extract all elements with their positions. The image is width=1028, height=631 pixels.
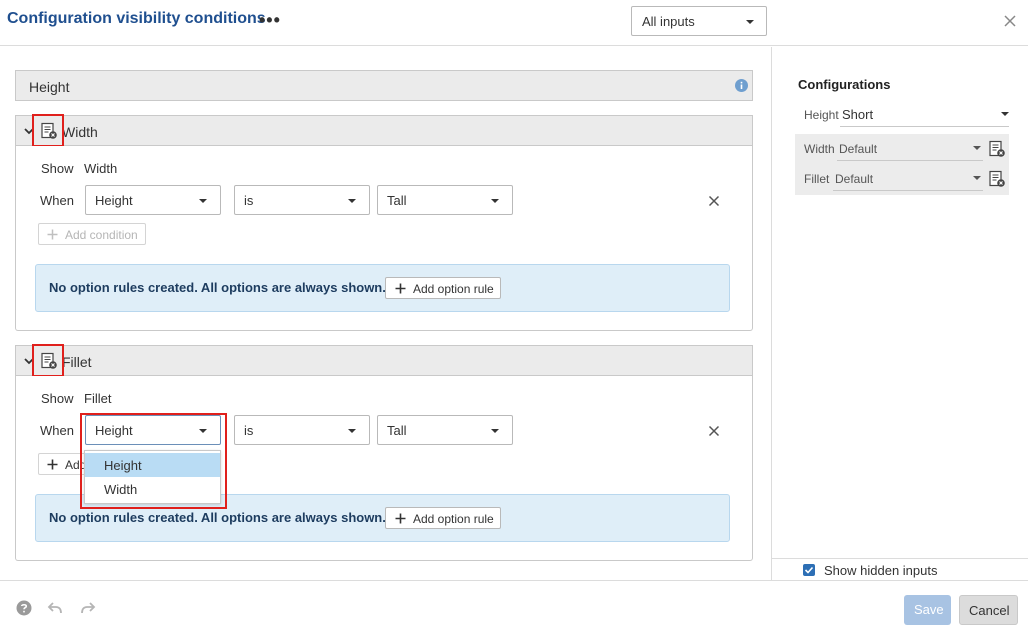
remove-rule-icon[interactable]: [988, 140, 1006, 158]
caret-down-icon: [1001, 112, 1009, 116]
highlight-box: [32, 114, 64, 147]
redo-icon[interactable]: [80, 601, 96, 615]
caret-down-icon: [348, 199, 356, 203]
inputs-filter-select[interactable]: All inputs: [631, 6, 767, 36]
save-button[interactable]: Save: [904, 595, 951, 625]
highlight-box: [80, 413, 227, 509]
config-name: Fillet: [804, 172, 830, 186]
add-option-rule-button[interactable]: Add option rule: [385, 507, 501, 529]
width-section-header[interactable]: Width: [15, 115, 753, 146]
conditions-panel: Height Width Show Width When Height is T…: [0, 47, 771, 580]
config-value: Default: [839, 142, 878, 156]
value-select[interactable]: Tall: [377, 415, 513, 445]
caret-down-icon: [746, 20, 754, 24]
config-row-fillet[interactable]: Fillet Default: [795, 164, 1009, 195]
remove-condition-icon[interactable]: [708, 195, 720, 207]
caret-down-icon: [973, 146, 981, 150]
value-select-value: Tall: [387, 423, 407, 438]
close-icon[interactable]: [1002, 13, 1018, 29]
inputs-filter-value: All inputs: [642, 14, 695, 29]
show-hidden-checkbox[interactable]: [803, 564, 815, 576]
add-condition-button[interactable]: Add condition: [38, 223, 146, 245]
field-underline: [840, 126, 1009, 127]
config-value: Default: [835, 172, 874, 186]
when-label: When: [40, 423, 74, 438]
width-section-body: Show Width When Height is Tall Add condi…: [15, 146, 753, 331]
operator-select[interactable]: is: [234, 185, 370, 215]
caret-down-icon: [491, 429, 499, 433]
configurations-title: Configurations: [798, 77, 891, 92]
dialog-header: Configuration visibility conditions ••• …: [0, 0, 1028, 46]
height-section-header: Height: [15, 70, 753, 101]
more-options-icon[interactable]: •••: [259, 11, 281, 29]
config-name: Height: [804, 108, 839, 122]
caret-down-icon: [491, 199, 499, 203]
plus-icon: [47, 229, 58, 240]
plus-icon: [395, 283, 406, 294]
add-option-rule-label: Add option rule: [413, 282, 494, 296]
value-select-value: Tall: [387, 193, 407, 208]
input-select[interactable]: Height: [85, 185, 221, 215]
caret-down-icon: [199, 199, 207, 203]
show-hidden-inputs-row: Show hidden inputs: [771, 558, 1028, 581]
config-row-width[interactable]: Width Default: [795, 134, 1009, 164]
config-value: Short: [842, 107, 874, 122]
fillet-section-header[interactable]: Fillet: [15, 345, 753, 376]
caret-down-icon: [973, 176, 981, 180]
fillet-section-label: Fillet: [62, 354, 92, 370]
width-section-label: Width: [62, 124, 98, 140]
caret-down-icon: [348, 429, 356, 433]
show-value: Width: [84, 161, 118, 176]
operator-select-value: is: [244, 423, 254, 438]
show-label: Show: [41, 391, 74, 406]
info-message-box: No option rules created. All options are…: [35, 264, 730, 312]
info-message: No option rules created. All options are…: [49, 510, 386, 525]
dialog-footer: Save Cancel: [0, 580, 1028, 631]
cancel-label: Cancel: [969, 603, 1010, 618]
save-label: Save: [914, 602, 944, 617]
plus-icon: [47, 459, 58, 470]
operator-select[interactable]: is: [234, 415, 370, 445]
add-condition-label: Add condition: [65, 228, 138, 242]
remove-rule-icon[interactable]: [988, 170, 1006, 188]
config-row-height[interactable]: Height Short: [795, 100, 1009, 130]
show-label: Show: [41, 161, 74, 176]
field-underline: [833, 190, 983, 191]
info-message: No option rules created. All options are…: [49, 280, 386, 295]
show-value: Fillet: [84, 391, 112, 406]
plus-icon: [395, 513, 406, 524]
operator-select-value: is: [244, 193, 254, 208]
highlight-box: [32, 344, 64, 377]
add-option-rule-button[interactable]: Add option rule: [385, 277, 501, 299]
show-hidden-label: Show hidden inputs: [824, 563, 938, 578]
cancel-button[interactable]: Cancel: [959, 595, 1018, 625]
undo-icon[interactable]: [47, 601, 63, 615]
input-select-value: Height: [95, 193, 133, 208]
when-label: When: [40, 193, 74, 208]
field-underline: [837, 160, 983, 161]
config-name: Width: [804, 142, 835, 156]
info-icon[interactable]: [735, 79, 748, 92]
remove-condition-icon[interactable]: [708, 425, 720, 437]
configurations-panel: Configurations Height Short Width Defaul…: [771, 47, 1028, 580]
add-option-rule-label: Add option rule: [413, 512, 494, 526]
value-select[interactable]: Tall: [377, 185, 513, 215]
dialog-title: Configuration visibility conditions: [7, 10, 266, 27]
help-icon[interactable]: [16, 600, 32, 616]
height-label: Height: [29, 79, 70, 95]
